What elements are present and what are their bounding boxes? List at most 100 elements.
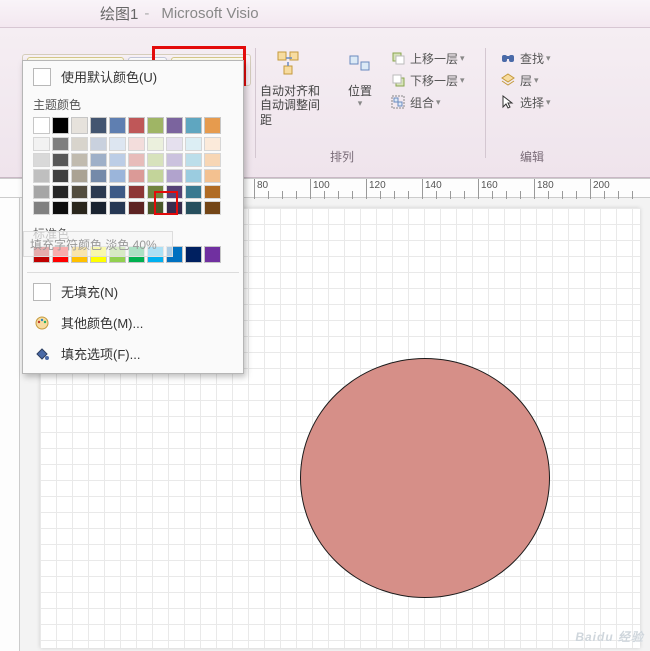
color-swatch[interactable] (71, 117, 88, 134)
color-swatch[interactable] (166, 117, 183, 134)
color-swatch[interactable] (204, 153, 221, 167)
color-swatch[interactable] (128, 201, 145, 215)
color-swatch[interactable] (147, 201, 164, 215)
color-swatch[interactable] (71, 201, 88, 215)
color-swatch[interactable] (33, 117, 50, 134)
watermark: Baidu 经验 (575, 628, 644, 645)
color-swatch[interactable] (90, 185, 107, 199)
color-swatch[interactable] (147, 137, 164, 151)
color-swatch[interactable] (33, 185, 50, 199)
color-swatch[interactable] (128, 117, 145, 134)
color-swatch[interactable] (166, 137, 183, 151)
color-swatch[interactable] (33, 201, 50, 215)
bring-forward-button[interactable]: 上移一层▾ (390, 48, 490, 68)
color-swatch[interactable] (204, 169, 221, 183)
color-swatch[interactable] (128, 137, 145, 151)
color-swatch[interactable] (166, 153, 183, 167)
find-label: 查找 (520, 50, 544, 67)
color-swatch[interactable] (185, 137, 202, 151)
color-swatch[interactable] (109, 137, 126, 151)
color-swatch[interactable] (90, 153, 107, 167)
color-swatch[interactable] (204, 185, 221, 199)
color-swatch[interactable] (147, 185, 164, 199)
document-name: 绘图1 (100, 3, 138, 24)
color-swatch[interactable] (204, 117, 221, 134)
color-swatch[interactable] (109, 169, 126, 183)
fill-options-item[interactable]: 填充选项(F)... (23, 338, 243, 369)
no-fill-item[interactable]: 无填充(N) (23, 276, 243, 307)
chevron-down-icon: ▾ (546, 97, 551, 108)
color-tooltip: 填充字符颜色 淡色 40% (23, 231, 173, 257)
color-swatch[interactable] (52, 117, 69, 134)
layer-label: 层 (520, 72, 532, 89)
select-button[interactable]: 选择▾ (500, 92, 590, 112)
use-default-color-item[interactable]: 使用默认颜色(U) (23, 61, 243, 92)
color-swatch[interactable] (52, 169, 69, 183)
color-swatch[interactable] (33, 137, 50, 151)
chevron-down-icon: ▾ (460, 53, 465, 64)
color-swatch[interactable] (33, 153, 50, 167)
chevron-down-icon: ▾ (436, 97, 441, 108)
color-swatch[interactable] (185, 169, 202, 183)
position-button[interactable]: 位置 ▾ (340, 48, 380, 109)
color-swatch[interactable] (185, 246, 202, 263)
color-swatch[interactable] (52, 137, 69, 151)
color-swatch[interactable] (52, 185, 69, 199)
ruler-number: 160 (481, 180, 498, 191)
auto-align-label-1: 自动对齐和 (260, 84, 320, 98)
color-swatch[interactable] (71, 185, 88, 199)
color-swatch[interactable] (71, 153, 88, 167)
color-swatch[interactable] (33, 169, 50, 183)
position-icon (344, 48, 376, 80)
layer-button[interactable]: 层▾ (500, 70, 590, 90)
color-swatch[interactable] (109, 185, 126, 199)
find-button[interactable]: 查找▾ (500, 48, 590, 68)
color-swatch[interactable] (204, 201, 221, 215)
color-swatch[interactable] (52, 201, 69, 215)
color-swatch[interactable] (147, 117, 164, 134)
color-swatch[interactable] (90, 137, 107, 151)
color-swatch[interactable] (166, 185, 183, 199)
color-swatch[interactable] (185, 201, 202, 215)
color-swatch[interactable] (166, 201, 183, 215)
color-swatch[interactable] (109, 201, 126, 215)
send-backward-button[interactable]: 下移一层▾ (390, 70, 490, 90)
paint-bucket-icon (33, 345, 51, 363)
color-swatch[interactable] (147, 169, 164, 183)
circle-shape[interactable] (300, 358, 550, 598)
color-swatch[interactable] (204, 246, 221, 263)
chevron-down-icon: ▾ (358, 98, 363, 109)
use-default-label: 使用默认颜色(U) (61, 67, 157, 86)
align-icon (274, 48, 306, 80)
color-swatch[interactable] (90, 117, 107, 134)
color-swatch[interactable] (128, 153, 145, 167)
theme-shades-grid (23, 136, 243, 221)
color-swatch[interactable] (185, 117, 202, 134)
watermark-text: Baidu 经验 (575, 630, 644, 644)
group-button[interactable]: 组合▾ (390, 92, 490, 112)
color-swatch[interactable] (128, 185, 145, 199)
send-backward-icon (390, 72, 406, 88)
color-swatch[interactable] (90, 169, 107, 183)
theme-colors-heading: 主题颜色 (23, 92, 243, 115)
color-swatch[interactable] (204, 137, 221, 151)
color-swatch[interactable] (71, 169, 88, 183)
ruler-number: 80 (257, 180, 268, 191)
bring-forward-icon (390, 50, 406, 66)
more-colors-item[interactable]: 其他颜色(M)... (23, 307, 243, 338)
color-swatch[interactable] (109, 153, 126, 167)
edit-group-label: 编辑 (520, 148, 544, 165)
color-swatch[interactable] (185, 153, 202, 167)
color-swatch[interactable] (147, 153, 164, 167)
color-swatch[interactable] (166, 169, 183, 183)
group-icon (390, 94, 406, 110)
color-swatch[interactable] (128, 169, 145, 183)
ruler-number: 200 (593, 180, 610, 191)
auto-align-button[interactable]: 自动对齐和 自动调整间距 (260, 48, 330, 127)
color-swatch[interactable] (185, 185, 202, 199)
edit-group: 查找▾ 层▾ 选择▾ (500, 48, 590, 114)
color-swatch[interactable] (90, 201, 107, 215)
color-swatch[interactable] (52, 153, 69, 167)
color-swatch[interactable] (109, 117, 126, 134)
color-swatch[interactable] (71, 137, 88, 151)
